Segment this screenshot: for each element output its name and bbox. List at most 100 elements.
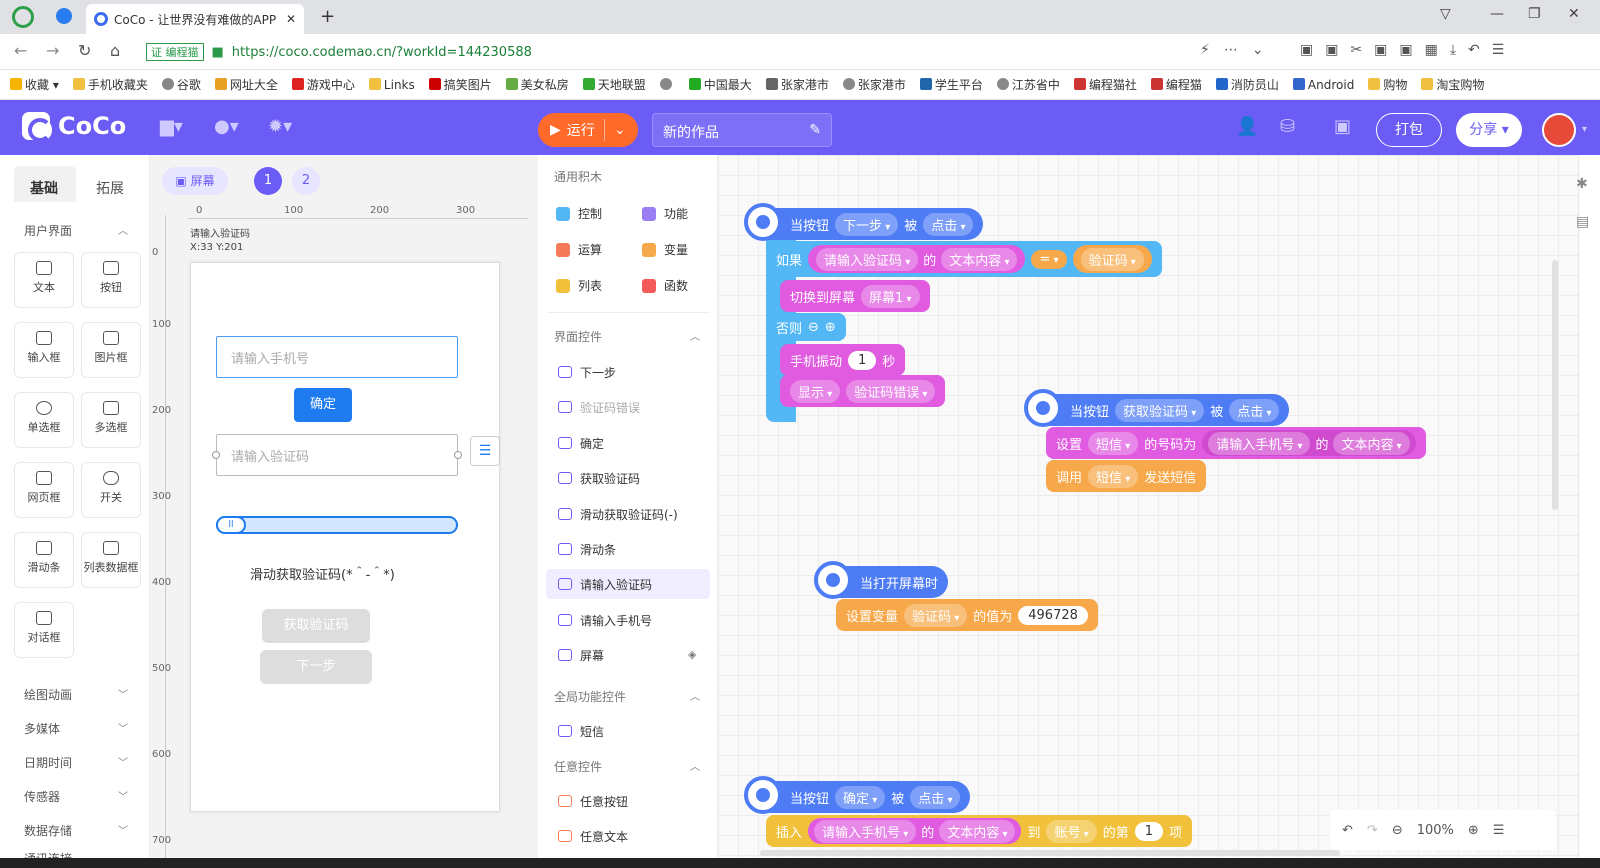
code-input[interactable]: 请输入验证码 [216,434,458,476]
event-dropdown[interactable]: 点击 [923,212,974,236]
send-sms-block[interactable]: 调用短信发送短信 [1046,460,1207,492]
else-block[interactable]: 否则 ⊖ ⊕ [766,313,846,341]
bookmark[interactable]: 学生平台 [919,76,983,93]
page-2[interactable]: 2 [292,167,320,195]
captcha-slider[interactable] [216,516,458,534]
palette-item[interactable]: 短信 [558,716,708,746]
chevron-up-icon[interactable]: ︿ [690,688,700,703]
cat-list[interactable]: 列表 [556,277,602,294]
tab-extend[interactable]: 拓展 [96,178,124,198]
bookmark[interactable]: 编程猫 [1150,76,1202,93]
zoom-in-icon[interactable]: ⊕ [1468,823,1479,838]
set-sms-number-block[interactable]: 设置短信的号码为 请输入手机号的文本内容 [1046,427,1426,459]
forward-icon[interactable]: → [46,41,59,60]
component-text[interactable]: 文本 [14,252,74,308]
palette-item[interactable]: 任意按钮 [558,786,708,816]
section-ui[interactable]: 用户界面 [24,222,72,239]
confirm-button[interactable]: 确定 [294,388,352,422]
bookmark[interactable]: Android [1292,77,1354,92]
remove-else-icon[interactable]: ⊖ [808,320,819,335]
resize-handle[interactable] [212,451,220,459]
close-window-icon[interactable]: ✕ [1568,6,1580,22]
component-button[interactable]: 按钮 [81,252,141,308]
redo-icon[interactable]: ↷ [1367,823,1378,838]
component-radio[interactable]: 单选框 [14,392,74,448]
cat-variable[interactable]: 变量 [642,241,688,258]
if-block[interactable]: 如果 请输入验证码的文本内容 = 验证码 [766,241,1162,277]
palette-item[interactable]: 下一步 [558,357,708,387]
operator-dropdown[interactable]: = [1031,249,1067,269]
bookmark[interactable] [659,77,675,92]
next-step-button[interactable]: 下一步 [260,650,372,684]
palette-item[interactable]: 获取验证码 [558,463,708,493]
reload-icon[interactable]: ↻ [78,41,91,60]
bug-icon[interactable]: ✱ [1576,176,1588,192]
cat-function[interactable]: 功能 [642,205,688,222]
properties-icon[interactable]: ☰ [470,436,500,466]
button-dropdown[interactable]: 下一步 [835,212,899,236]
bookmark[interactable]: 中国最大 [688,76,752,93]
settings-menu-icon[interactable]: ✹▾ [268,116,292,137]
variable-value-input[interactable]: 496728 [1018,605,1088,625]
chevron-down-icon[interactable]: ﹀ [118,720,128,735]
set-variable-block[interactable]: 设置变量验证码的值为496728 [836,599,1098,631]
new-tab-icon[interactable]: + [320,6,335,27]
bookmark[interactable]: 手机收藏夹 [72,76,148,93]
bookmark[interactable]: 张家港市 [842,76,906,93]
show-block[interactable]: 显示验证码错误 [780,375,946,407]
vibrate-seconds-input[interactable]: 1 [848,350,877,370]
save-icon[interactable]: ▣ [1334,116,1351,137]
tab-basic[interactable]: 基础 [30,178,58,198]
chevron-down-icon[interactable]: ﹀ [118,686,128,701]
chevron-up-icon[interactable]: ︿ [118,222,128,237]
screen-button[interactable]: ▣ 屏幕 [162,167,228,195]
collaborators-icon[interactable]: 👤 [1236,116,1258,137]
ui-section-title[interactable]: 界面控件 [554,328,602,345]
bookmark[interactable]: 搞笑图片 [428,76,492,93]
bookmark[interactable]: 谷歌 [161,76,201,93]
chevron-down-icon[interactable]: ﹀ [118,788,128,803]
chevron-up-icon[interactable]: ︿ [690,328,700,343]
undo-icon[interactable]: ↶ [1342,823,1353,838]
pin-icon[interactable]: ▽ [1440,6,1451,22]
component-dialog[interactable]: 对话框 [14,602,74,658]
section-sensor[interactable]: 传感器 [24,788,60,805]
global-section-title[interactable]: 全局功能控件 [554,688,626,705]
bookmark[interactable]: 消防员山 [1215,76,1279,93]
url-text[interactable]: https://coco.codemao.cn/?workId=14423058… [232,45,532,60]
share-button[interactable]: 分享 ▾ [1456,113,1522,147]
canvas-scrollbar[interactable] [1552,260,1558,510]
section-draw[interactable]: 绘图动画 [24,686,72,703]
button-dropdown[interactable]: 确定 [835,785,886,809]
chevron-up-icon[interactable]: ︿ [690,758,700,773]
palette-item[interactable]: 任意文本 [558,821,708,851]
extension-icons[interactable]: ▣▣✂▣▣▦⤓↶☰ [1300,42,1516,58]
component-listview[interactable]: 列表数据框 [81,532,141,588]
bookmark[interactable]: 江苏省中 [996,76,1060,93]
add-else-icon[interactable]: ⊕ [825,320,836,335]
arrange-icon[interactable]: ☰ [1493,823,1505,838]
section-datetime[interactable]: 日期时间 [24,754,72,771]
bookmark[interactable]: Links [368,77,415,92]
component-image[interactable]: 图片框 [81,322,141,378]
canvas-hscrollbar[interactable] [760,850,1340,856]
palette-item[interactable]: 滑动条 [558,534,708,564]
any-section-title[interactable]: 任意控件 [554,758,602,775]
bookmark[interactable]: 收藏 ▾ [10,76,59,93]
page-1[interactable]: 1 [254,167,282,195]
index-input[interactable]: 1 [1134,821,1163,841]
variable-reporter[interactable]: 验证码 [1072,245,1152,273]
section-storage[interactable]: 数据存储 [24,822,72,839]
event-dropdown[interactable]: 点击 [1229,398,1280,422]
input-text-reporter[interactable]: 请输入验证码的文本内容 [808,245,1026,273]
component-input[interactable]: 输入框 [14,322,74,378]
home-icon[interactable]: ⌂ [110,41,120,60]
pack-button[interactable]: 打包 [1376,113,1442,147]
bookmark[interactable]: 天地联盟 [582,76,646,93]
chevron-down-icon[interactable]: ﹀ [118,822,128,837]
palette-item-selected[interactable]: 请输入验证码 [558,569,708,599]
url-box[interactable]: 证 编程猫 ■ https://coco.codemao.cn/?workId=… [146,40,1266,64]
bookmark[interactable]: 美女私房 [505,76,569,93]
get-code-button[interactable]: 获取验证码 [262,609,370,643]
run-button[interactable]: ▶ 运行 ⌄ [538,113,638,147]
